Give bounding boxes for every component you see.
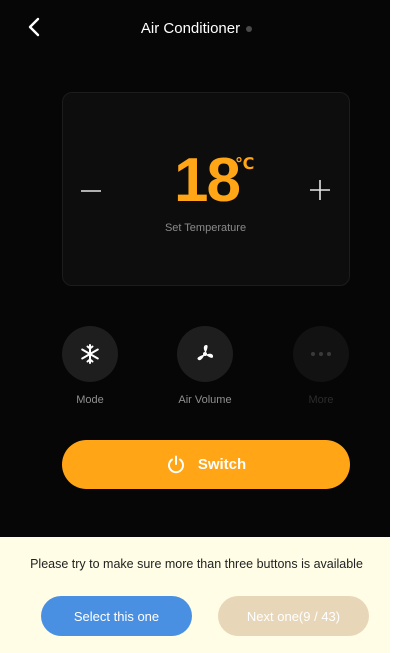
device-panel: Air Conditioner 18 ℃ Set Temperature Mod… bbox=[0, 0, 393, 537]
more-dots-icon bbox=[311, 352, 331, 356]
select-this-one-button[interactable]: Select this one bbox=[41, 596, 192, 636]
page-title-text: Air Conditioner bbox=[140, 20, 241, 37]
selection-notice: Please try to make sure more than three … bbox=[30, 557, 363, 571]
air-volume-label: Air Volume bbox=[178, 394, 232, 406]
mode-label: Mode bbox=[76, 394, 104, 406]
more-label: More bbox=[308, 394, 334, 406]
mode-button[interactable] bbox=[62, 326, 118, 382]
status-dot bbox=[246, 26, 253, 33]
snowflake-icon bbox=[81, 344, 99, 364]
switch-label: Switch bbox=[197, 456, 247, 473]
power-icon bbox=[167, 455, 184, 473]
next-one-button[interactable]: Next one(9 / 43) bbox=[218, 596, 369, 636]
page-title: Air Conditioner bbox=[0, 20, 393, 37]
fan-icon bbox=[197, 345, 214, 361]
increase-temperature-button[interactable] bbox=[309, 179, 331, 201]
mode-function[interactable]: Mode bbox=[48, 326, 132, 406]
more-function[interactable]: More bbox=[279, 326, 363, 406]
power-switch-button[interactable]: Switch bbox=[62, 440, 350, 489]
more-button[interactable] bbox=[293, 326, 349, 382]
temperature-value: 18 bbox=[174, 146, 241, 215]
temperature-unit: ℃ bbox=[235, 156, 255, 173]
air-volume-function[interactable]: Air Volume bbox=[163, 326, 247, 406]
air-volume-button[interactable] bbox=[177, 326, 233, 382]
decrease-temperature-button[interactable] bbox=[80, 180, 102, 202]
temperature-label: Set Temperature bbox=[164, 222, 247, 234]
